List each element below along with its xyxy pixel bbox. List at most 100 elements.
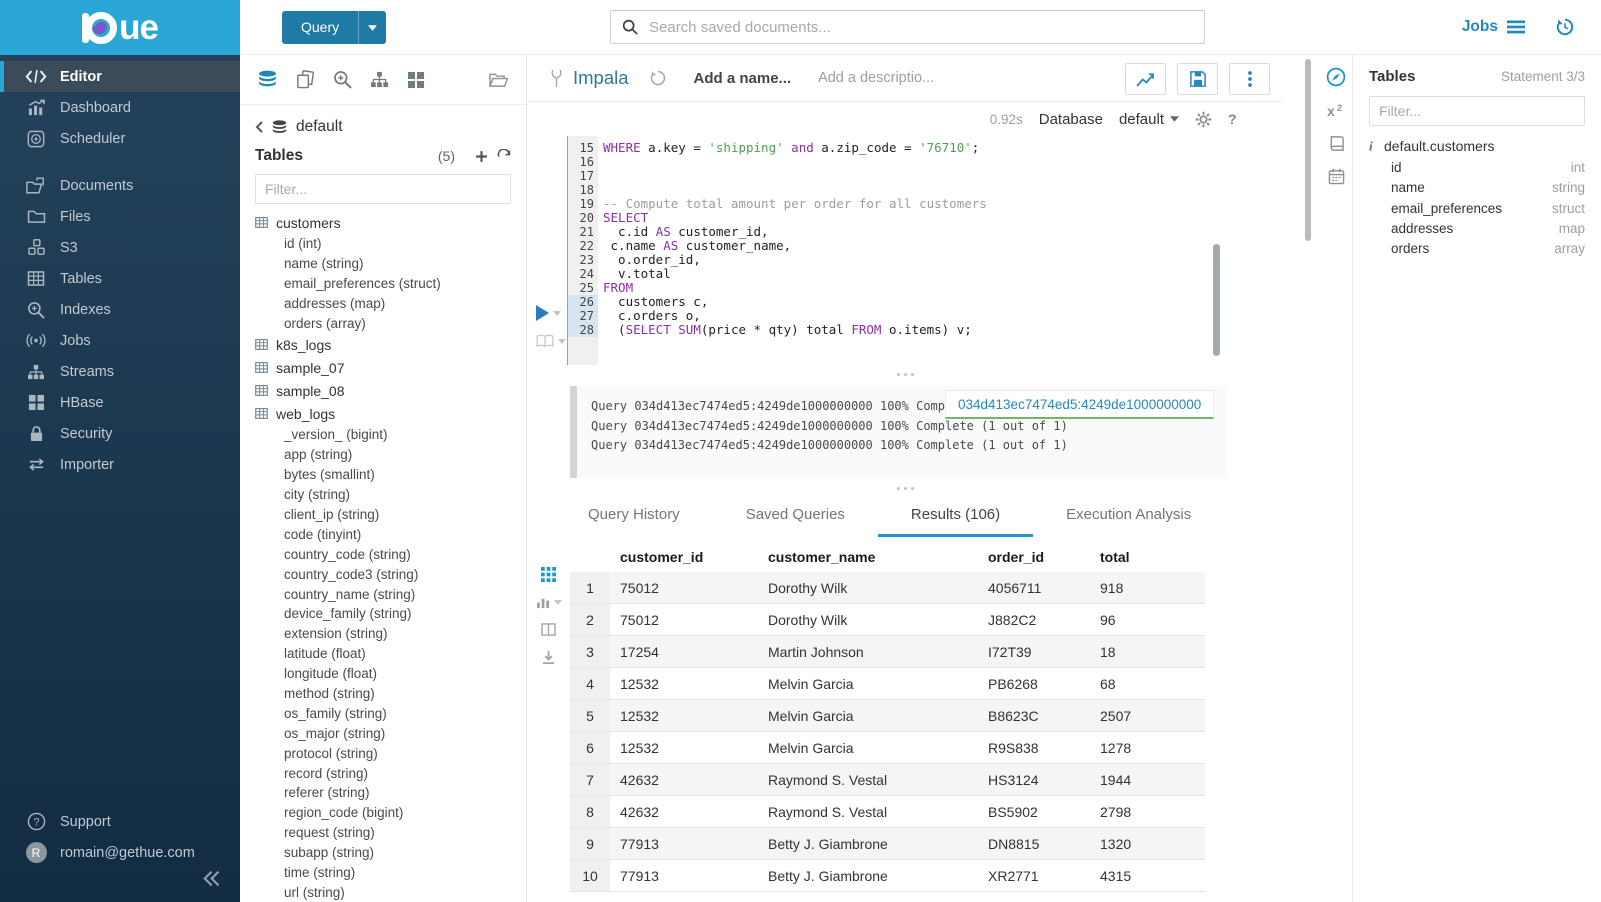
right-column-item[interactable]: email_preferencesstruct [1369,199,1585,219]
database-selector[interactable]: default [1119,111,1179,128]
sidebar-item-support[interactable]: ?Support [0,806,240,837]
sidebar-item-streams[interactable]: Streams [0,356,240,387]
table-row[interactable]: 275012Dorothy WilkJ882C296 [570,604,1205,636]
editor-code[interactable]: WHERE a.key = 'shipping' and a.zip_code … [603,141,1263,365]
tab-execution-analysis[interactable]: Execution Analysis [1033,498,1224,537]
editor-scrollbar[interactable] [1213,244,1220,356]
right-column-item[interactable]: ordersarray [1369,239,1585,259]
code-line[interactable]: v.total [603,267,1263,281]
language-docs-icon[interactable] [1328,135,1345,152]
query-description-field[interactable]: Add a descriptio... [818,70,934,86]
results-column-header[interactable]: customer_name [758,541,978,572]
documents-source-icon[interactable] [296,70,315,89]
column-item[interactable]: os_family (string) [255,704,526,724]
code-line[interactable]: SELECT [603,211,1263,225]
table-row[interactable]: 842632Raymond S. VestalBS59022798 [570,796,1205,828]
code-line[interactable]: WHERE a.key = 'shipping' and a.zip_code … [603,141,1263,155]
column-item[interactable]: protocol (string) [255,744,526,764]
collapse-sidebar-icon[interactable] [199,867,222,890]
column-item[interactable]: name (string) [255,254,526,274]
sidebar-item-s3[interactable]: S3 [0,232,240,263]
download-icon[interactable] [541,650,556,665]
code-line[interactable]: -- Compute total amount per order for al… [603,197,1263,211]
sql-editor[interactable]: 1516171819202122232425262728 WHERE a.key… [527,136,1283,362]
sidebar-item-importer[interactable]: Importer [0,449,240,480]
query-id-tooltip[interactable]: 034d413ec7474ed5:4249de1000000000 [945,390,1214,419]
run-options-caret[interactable] [553,311,561,316]
table-item[interactable]: k8s_logs [255,333,526,356]
back-chevron-icon[interactable] [255,121,263,133]
chart-options-caret[interactable] [554,600,562,605]
tables-filter-input[interactable] [255,174,511,204]
column-item[interactable]: bytes (smallint) [255,465,526,485]
hue-logo[interactable]: ue [0,0,240,55]
results-column-header[interactable]: customer_id [610,541,758,572]
database-breadcrumb[interactable]: default [240,105,526,136]
query-history-icon[interactable] [649,69,667,87]
database-name[interactable]: default [296,118,343,136]
sidebar-item-romain-gethue-com[interactable]: Rromain@gethue.com [0,837,240,868]
column-item[interactable]: country_code (string) [255,545,526,565]
column-item[interactable]: subapp (string) [255,843,526,863]
engine-name[interactable]: Impala [573,67,629,89]
resize-grip[interactable] [527,478,1283,498]
jobs-link[interactable]: Jobs [1462,18,1525,36]
columns-view-icon[interactable] [541,623,556,636]
right-filter-input[interactable] [1369,96,1585,126]
column-item[interactable]: longitude (float) [255,664,526,684]
apps-grid-icon[interactable] [407,71,425,89]
code-line[interactable]: o.order_id, [603,253,1263,267]
code-line[interactable] [603,183,1263,197]
sidebar-item-documents[interactable]: Documents [0,170,240,201]
info-icon[interactable]: i [1369,139,1375,153]
code-line[interactable]: FROM [603,281,1263,295]
sql-source-icon[interactable] [257,70,278,89]
sidebar-item-files[interactable]: Files [0,201,240,232]
column-item[interactable]: method (string) [255,684,526,704]
code-line[interactable] [603,169,1263,183]
sidebar-item-scheduler[interactable]: Scheduler [0,123,240,154]
column-item[interactable]: city (string) [255,485,526,505]
results-column-header[interactable]: total [1090,541,1205,572]
open-folder-icon[interactable] [488,71,509,88]
column-item[interactable]: orders (array) [255,314,526,334]
database-value[interactable]: default [1119,111,1164,128]
assist-compass-icon[interactable] [1326,67,1346,87]
table-row[interactable]: 1077913Betty J. GiambroneXR27714315 [570,860,1205,892]
grid-view-icon[interactable] [541,567,556,582]
code-line[interactable]: c.name AS customer_name, [603,239,1263,253]
tables-filter[interactable] [255,174,511,204]
presentation-mode-button[interactable] [536,334,566,348]
sidebar-item-hbase[interactable]: HBase [0,387,240,418]
code-line[interactable] [603,351,1263,365]
column-item[interactable]: record (string) [255,764,526,784]
sidebar-item-editor[interactable]: Editor [0,61,240,92]
table-row[interactable]: 412532Melvin GarciaPB626868 [570,668,1205,700]
table-item[interactable]: sample_08 [255,379,526,402]
query-chart-button[interactable] [1125,63,1166,95]
column-item[interactable]: os_major (string) [255,724,526,744]
table-row[interactable]: 512532Melvin GarciaB8623C2507 [570,700,1205,732]
table-row[interactable]: 175012Dorothy Wilk4056711918 [570,572,1205,604]
sitemap-icon[interactable] [370,71,389,88]
column-item[interactable]: code (tinyint) [255,525,526,545]
settings-gear-icon[interactable] [1195,111,1212,128]
query-name-field[interactable]: Add a name... [694,70,792,87]
active-table-name[interactable]: default.customers [1384,138,1495,154]
column-item[interactable]: request (string) [255,823,526,843]
table-row[interactable]: 612532Melvin GarciaR9S8381278 [570,732,1205,764]
save-button[interactable] [1177,63,1218,95]
column-item[interactable]: latitude (float) [255,644,526,664]
code-line[interactable]: c.id AS customer_id, [603,225,1263,239]
code-line[interactable]: (SELECT SUM(price * qty) total FROM o.it… [603,323,1263,337]
global-search[interactable] [610,10,1205,44]
results-column-header[interactable]: order_id [978,541,1090,572]
code-line[interactable]: c.orders o, [603,309,1263,323]
table-item[interactable]: sample_07 [255,356,526,379]
kebab-menu-button[interactable] [1229,63,1270,95]
table-row[interactable]: 977913Betty J. GiambroneDN88151320 [570,828,1205,860]
presentation-caret[interactable] [558,339,566,344]
run-query-button[interactable] [536,305,561,321]
column-item[interactable]: country_name (string) [255,585,526,605]
column-item[interactable]: email_preferences (struct) [255,274,526,294]
